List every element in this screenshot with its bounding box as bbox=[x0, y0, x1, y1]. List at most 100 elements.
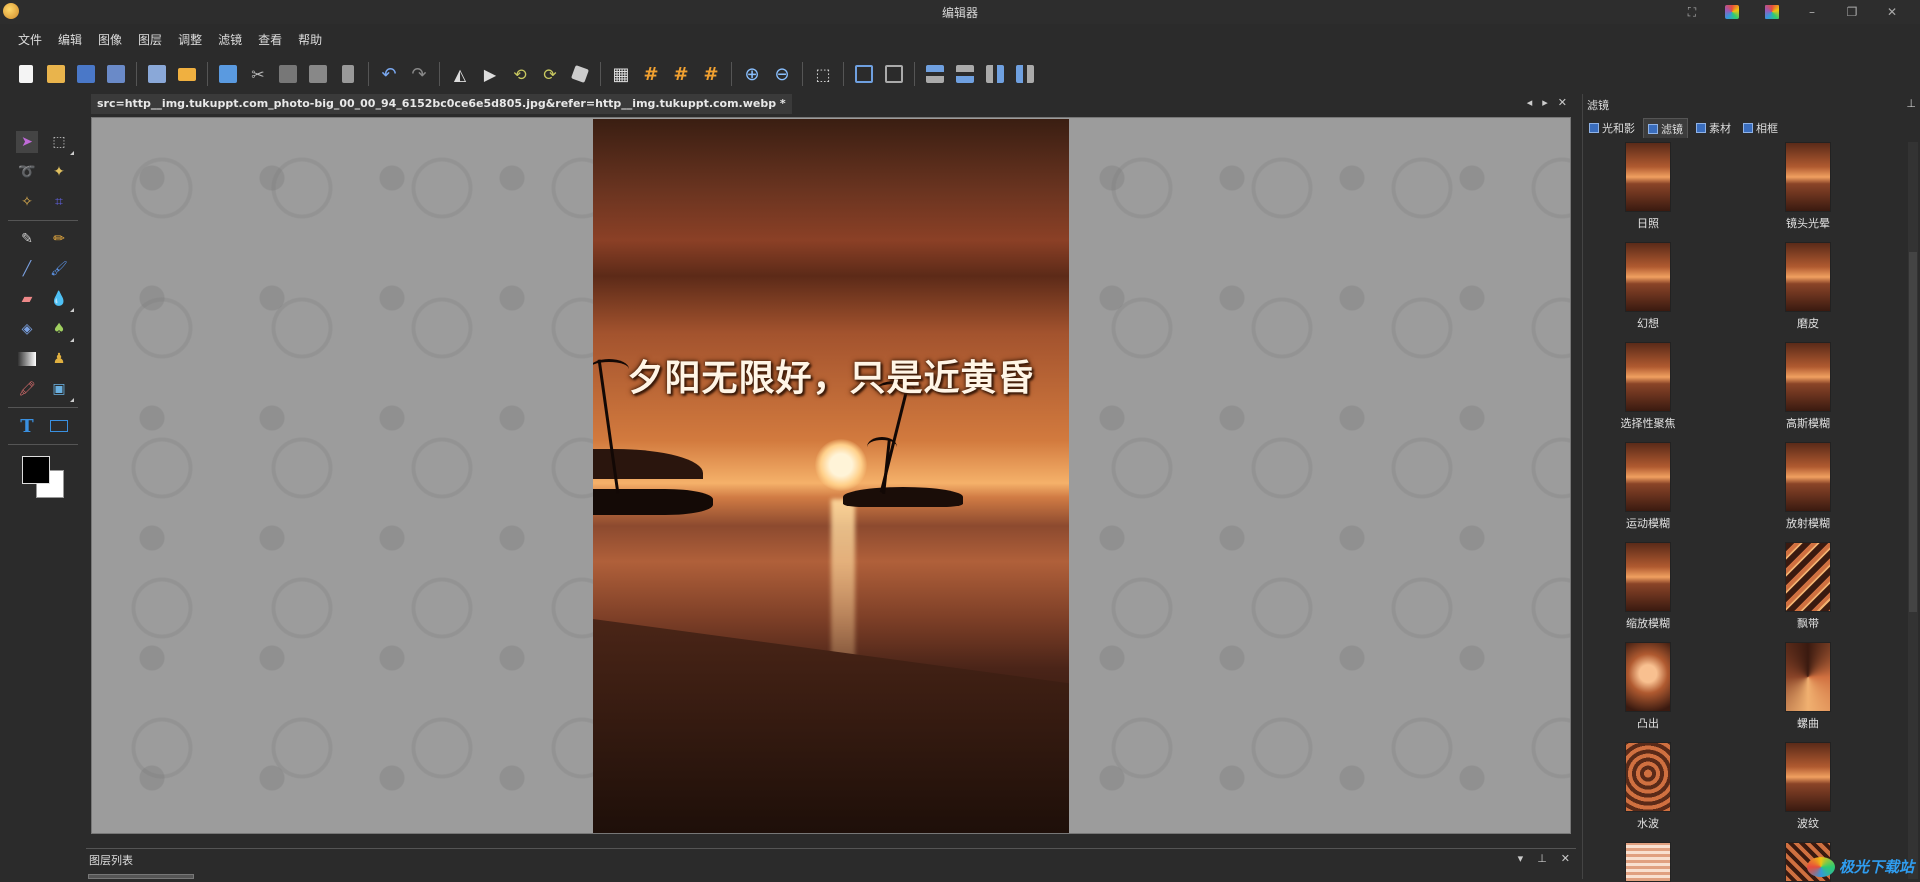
pin-icon[interactable]: ⊥ bbox=[1537, 852, 1547, 865]
grid-snap-3-icon[interactable]: # bbox=[697, 60, 725, 88]
crop-tool-icon[interactable]: ⌗ bbox=[48, 191, 70, 213]
flip-horizontal-icon[interactable]: ◭ bbox=[446, 60, 474, 88]
align-right-icon[interactable] bbox=[981, 60, 1009, 88]
filter-item[interactable]: 磨皮 bbox=[1753, 242, 1863, 331]
zoom-out-icon[interactable]: ⊖ bbox=[768, 60, 796, 88]
tab-materials[interactable]: 素材 bbox=[1692, 118, 1735, 138]
gradient-tool-icon[interactable] bbox=[16, 348, 38, 370]
eraser-tool-icon[interactable]: ▰ bbox=[16, 288, 38, 310]
paste-icon[interactable] bbox=[274, 60, 302, 88]
filter-item[interactable]: 选择性聚焦 bbox=[1593, 342, 1703, 431]
filter-item[interactable]: 日照 bbox=[1593, 142, 1703, 231]
color-replace-tool-icon[interactable]: 🖍 bbox=[16, 378, 38, 400]
new-icon[interactable] bbox=[12, 60, 40, 88]
fill-tool-icon[interactable]: ◈ bbox=[16, 318, 38, 340]
filter-item[interactable]: 水波 bbox=[1593, 742, 1703, 831]
grid-snap-2-icon[interactable]: # bbox=[667, 60, 695, 88]
skin-icon[interactable] bbox=[1714, 2, 1750, 22]
rotate-left-icon[interactable]: ⟲ bbox=[506, 60, 534, 88]
menu-edit[interactable]: 编辑 bbox=[50, 29, 90, 50]
eyedropper-tool-icon[interactable]: ✎ bbox=[16, 228, 38, 250]
lasso-tool-icon[interactable]: ➰ bbox=[16, 161, 38, 183]
tab-prev-icon[interactable]: ◂ bbox=[1527, 96, 1533, 109]
copy-icon[interactable] bbox=[214, 60, 242, 88]
resize-icon[interactable] bbox=[880, 60, 908, 88]
image-tool-icon[interactable]: ▣ bbox=[48, 378, 74, 402]
text-tool-icon[interactable]: T bbox=[16, 415, 38, 437]
tab-frames[interactable]: 相框 bbox=[1739, 118, 1782, 138]
close-icon[interactable]: ✕ bbox=[1561, 852, 1570, 865]
fullscreen-icon[interactable]: ⛶ bbox=[1674, 2, 1710, 22]
open-icon[interactable] bbox=[42, 60, 70, 88]
filter-item[interactable] bbox=[1593, 842, 1703, 882]
menu-filter[interactable]: 滤镜 bbox=[210, 29, 250, 50]
menu-adjust[interactable]: 调整 bbox=[170, 29, 210, 50]
tab-next-icon[interactable]: ▸ bbox=[1542, 96, 1548, 109]
filter-item[interactable]: 飘带 bbox=[1753, 542, 1863, 631]
filter-panel-scrollbar[interactable] bbox=[1908, 142, 1918, 879]
align-bottom-icon[interactable] bbox=[1011, 60, 1039, 88]
align-left-icon[interactable] bbox=[921, 60, 949, 88]
rotate-icon[interactable] bbox=[566, 60, 594, 88]
clone-tool-icon[interactable]: ♠ bbox=[48, 318, 74, 342]
pin-icon[interactable]: ⊥ bbox=[1906, 97, 1916, 110]
close-button[interactable]: ✕ bbox=[1874, 2, 1910, 22]
scrollbar-thumb[interactable] bbox=[1909, 252, 1917, 612]
filter-item[interactable]: 幻想 bbox=[1593, 242, 1703, 331]
print-icon[interactable] bbox=[143, 60, 171, 88]
window-controls: ⛶ – ❐ ✕ bbox=[1674, 2, 1910, 22]
line-tool-icon[interactable]: ╱ bbox=[16, 258, 38, 280]
stamp-tool-icon[interactable]: ♟ bbox=[48, 348, 70, 370]
filter-thumbnail bbox=[1785, 342, 1831, 412]
email-icon[interactable] bbox=[173, 60, 201, 88]
grid-snap-icon[interactable]: # bbox=[637, 60, 665, 88]
menu-layer[interactable]: 图层 bbox=[130, 29, 170, 50]
delete-icon[interactable] bbox=[334, 60, 362, 88]
zoom-in-icon[interactable]: ⊕ bbox=[738, 60, 766, 88]
filter-item[interactable]: 缩放模糊 bbox=[1593, 542, 1703, 631]
filter-item[interactable]: 高斯模糊 bbox=[1753, 342, 1863, 431]
menu-help[interactable]: 帮助 bbox=[290, 29, 330, 50]
palette-icon[interactable] bbox=[1754, 2, 1790, 22]
save-icon[interactable] bbox=[72, 60, 100, 88]
filter-item[interactable]: 放射模糊 bbox=[1753, 442, 1863, 531]
tab-filters[interactable]: 滤镜 bbox=[1643, 118, 1688, 138]
rotate-right-icon[interactable]: ⟳ bbox=[536, 60, 564, 88]
flip-vertical-icon[interactable]: ▶ bbox=[476, 60, 504, 88]
shape-tool-icon[interactable] bbox=[48, 415, 70, 437]
save-as-icon[interactable] bbox=[102, 60, 130, 88]
foreground-color-swatch[interactable] bbox=[22, 456, 50, 484]
filter-item[interactable]: 凸出 bbox=[1593, 642, 1703, 731]
cut-icon[interactable]: ✂ bbox=[244, 60, 272, 88]
filter-item[interactable]: 波纹 bbox=[1753, 742, 1863, 831]
grid-icon[interactable]: ▦ bbox=[607, 60, 635, 88]
align-center-icon[interactable] bbox=[951, 60, 979, 88]
tab-close-icon[interactable]: ✕ bbox=[1558, 96, 1567, 109]
menu-view[interactable]: 查看 bbox=[250, 29, 290, 50]
filter-item[interactable]: 运动模糊 bbox=[1593, 442, 1703, 531]
filter-item[interactable]: 螺曲 bbox=[1753, 642, 1863, 731]
filter-item[interactable]: 镜头光晕 bbox=[1753, 142, 1863, 231]
restore-button[interactable]: ❐ bbox=[1834, 2, 1870, 22]
dropdown-icon[interactable]: ▾ bbox=[1518, 852, 1524, 865]
minimize-button[interactable]: – bbox=[1794, 2, 1830, 22]
magic-wand-tool-icon[interactable]: ✦ bbox=[48, 161, 70, 183]
crop-icon[interactable] bbox=[850, 60, 878, 88]
image-caption-text[interactable]: 夕阳无限好，只是近黄昏 bbox=[593, 349, 1069, 401]
menu-file[interactable]: 文件 bbox=[10, 29, 50, 50]
document-tab[interactable]: src=http__img.tukuppt.com_photo-big_00_0… bbox=[91, 94, 792, 114]
rect-select-tool-icon[interactable]: ⬚ bbox=[48, 131, 74, 155]
layer-thumbnail[interactable] bbox=[88, 874, 194, 879]
blur-tool-icon[interactable]: 💧 bbox=[48, 288, 74, 312]
polygon-lasso-tool-icon[interactable]: ✧ bbox=[16, 191, 38, 213]
pointer-tool-icon[interactable]: ➤ bbox=[16, 131, 38, 153]
menu-image[interactable]: 图像 bbox=[90, 29, 130, 50]
select-icon[interactable]: ⬚ bbox=[809, 60, 837, 88]
pencil-tool-icon[interactable]: ✏ bbox=[48, 228, 70, 250]
tab-light-shadow[interactable]: 光和影 bbox=[1585, 118, 1639, 138]
canvas-image[interactable]: 夕阳无限好，只是近黄昏 bbox=[593, 119, 1069, 833]
paste-new-icon[interactable] bbox=[304, 60, 332, 88]
brush-tool-icon[interactable]: 🖌 bbox=[48, 258, 70, 280]
undo-icon[interactable]: ↶ bbox=[375, 60, 403, 88]
redo-icon[interactable]: ↷ bbox=[405, 60, 433, 88]
